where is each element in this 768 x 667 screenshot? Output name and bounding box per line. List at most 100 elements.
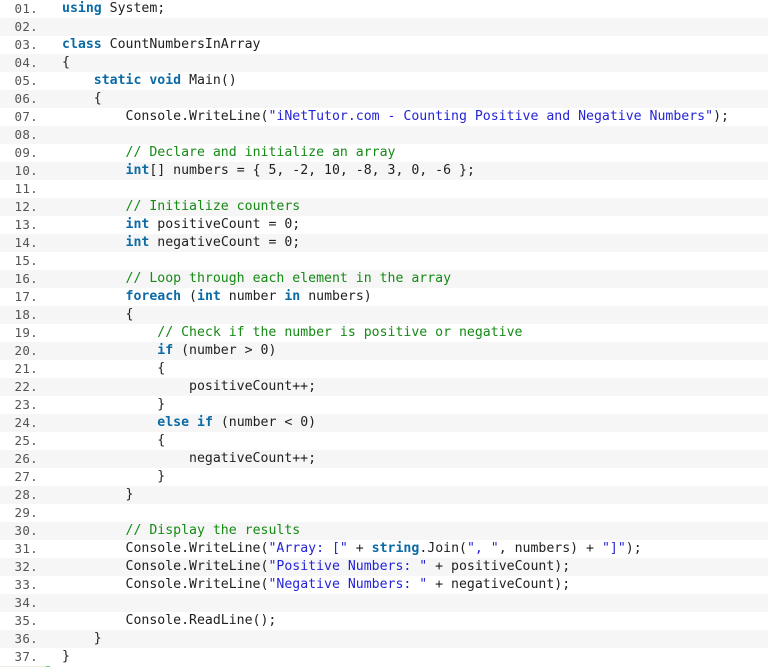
token-cmt: // Loop through each element in the arra… bbox=[125, 271, 452, 286]
token-pln: } bbox=[62, 487, 134, 502]
code-line[interactable]: 18. { bbox=[0, 306, 768, 324]
code-line[interactable]: 36. } bbox=[0, 630, 768, 648]
code-line-source: // Loop through each element in the arra… bbox=[62, 270, 768, 288]
code-line[interactable]: 04. { bbox=[0, 54, 768, 72]
token-pln: positiveCount++; bbox=[62, 379, 317, 394]
code-line-source: using System; bbox=[62, 0, 768, 18]
code-line[interactable]: 35. Console.ReadLine(); bbox=[0, 612, 768, 630]
code-line[interactable]: 29. bbox=[0, 504, 768, 522]
line-number: 25. bbox=[14, 433, 38, 448]
line-number: 13. bbox=[14, 217, 38, 232]
line-number: 12. bbox=[14, 199, 38, 214]
code-line-source: Console.WriteLine("Array: [" + string.Jo… bbox=[62, 540, 768, 558]
code-line[interactable]: 15. bbox=[0, 252, 768, 270]
token-pln: numbers) bbox=[300, 289, 372, 304]
code-line[interactable]: 10. int[] numbers = { 5, -2, 10, -8, 3, … bbox=[0, 162, 768, 180]
line-number: 28. bbox=[14, 487, 38, 502]
code-line[interactable]: 14. int negativeCount = 0; bbox=[0, 234, 768, 252]
code-line-source: int positiveCount = 0; bbox=[62, 216, 768, 234]
code-line-source: Console.ReadLine(); bbox=[62, 612, 768, 630]
token-pln: { bbox=[62, 361, 166, 376]
code-line-source: Console.WriteLine("iNetTutor.com - Count… bbox=[62, 108, 768, 126]
token-pln: positiveCount = 0; bbox=[149, 217, 301, 232]
token-pln bbox=[62, 343, 157, 358]
token-pln bbox=[189, 415, 197, 430]
code-line[interactable]: 12. // Initialize counters bbox=[0, 198, 768, 216]
code-line[interactable]: 08. bbox=[0, 126, 768, 144]
code-line-source: { bbox=[62, 360, 768, 378]
code-line[interactable]: 17. foreach (int number in numbers) bbox=[0, 288, 768, 306]
code-line[interactable]: 27. } bbox=[0, 468, 768, 486]
code-line[interactable]: 33. Console.WriteLine("Negative Numbers:… bbox=[0, 576, 768, 594]
code-line[interactable]: 28. } bbox=[0, 486, 768, 504]
token-pln: System; bbox=[101, 1, 166, 16]
line-number: 22. bbox=[14, 379, 38, 394]
token-pln: (number > 0) bbox=[173, 343, 277, 358]
token-kw: void bbox=[149, 73, 182, 88]
code-line[interactable]: 37.} bbox=[0, 648, 768, 666]
code-line[interactable]: 01. using System; bbox=[0, 0, 768, 18]
token-pln: Console.WriteLine( bbox=[62, 577, 269, 592]
token-pln: } bbox=[62, 631, 102, 646]
code-line[interactable]: 05. static void Main() bbox=[0, 72, 768, 90]
token-pln: { bbox=[62, 55, 70, 70]
token-pln bbox=[62, 199, 126, 214]
code-line[interactable]: 09. // Declare and initialize an array bbox=[0, 144, 768, 162]
line-number: 07. bbox=[14, 109, 38, 124]
code-line[interactable]: 07. Console.WriteLine("iNetTutor.com - C… bbox=[0, 108, 768, 126]
code-line[interactable]: 34. bbox=[0, 594, 768, 612]
code-line-source: } bbox=[62, 396, 768, 414]
line-number: 01. bbox=[14, 1, 38, 16]
token-pln: { bbox=[62, 91, 102, 106]
code-line[interactable]: 25. { bbox=[0, 432, 768, 450]
code-line[interactable]: 06. { bbox=[0, 90, 768, 108]
code-line[interactable]: 03. class CountNumbersInArray bbox=[0, 36, 768, 54]
line-number: 30. bbox=[14, 523, 38, 538]
line-number: 19. bbox=[14, 325, 38, 340]
token-str: "Negative Numbers: " bbox=[268, 577, 428, 592]
line-number: 11. bbox=[14, 181, 38, 196]
line-number: 10. bbox=[14, 163, 38, 178]
line-number: 34. bbox=[14, 595, 38, 610]
code-line[interactable]: 02. bbox=[0, 18, 768, 36]
line-number: 18. bbox=[14, 307, 38, 322]
code-line[interactable]: 30. // Display the results bbox=[0, 522, 768, 540]
code-line[interactable]: 22. positiveCount++; bbox=[0, 378, 768, 396]
code-line[interactable]: 32. Console.WriteLine("Positive Numbers:… bbox=[0, 558, 768, 576]
code-line[interactable]: 23. } bbox=[0, 396, 768, 414]
code-line[interactable]: 26. negativeCount++; bbox=[0, 450, 768, 468]
code-line[interactable]: 16. // Loop through each element in the … bbox=[0, 270, 768, 288]
token-pln: Console.WriteLine( bbox=[62, 559, 269, 574]
code-line[interactable]: 20. if (number > 0) bbox=[0, 342, 768, 360]
line-number: 03. bbox=[14, 37, 38, 52]
line-number: 17. bbox=[14, 289, 38, 304]
line-number: 02. bbox=[14, 19, 38, 34]
token-pln: } bbox=[62, 397, 166, 412]
token-pln bbox=[62, 145, 126, 160]
code-line[interactable]: 11. bbox=[0, 180, 768, 198]
token-kw: static bbox=[93, 73, 142, 88]
line-number: 16. bbox=[14, 271, 38, 286]
code-line-source: if (number > 0) bbox=[62, 342, 768, 360]
line-number: 05. bbox=[14, 73, 38, 88]
token-pln: , numbers) + bbox=[498, 541, 602, 556]
code-line-source: // Display the results bbox=[62, 522, 768, 540]
code-line[interactable]: 24. else if (number < 0) bbox=[0, 414, 768, 432]
token-pln bbox=[62, 73, 94, 88]
token-pln: ( bbox=[181, 289, 197, 304]
token-pln: .Join( bbox=[419, 541, 467, 556]
code-line[interactable]: 31. Console.WriteLine("Array: [" + strin… bbox=[0, 540, 768, 558]
code-line-source: static void Main() bbox=[62, 72, 768, 90]
code-line-source: { bbox=[62, 90, 768, 108]
token-pln: ); bbox=[713, 109, 729, 124]
line-number: 20. bbox=[14, 343, 38, 358]
code-line[interactable]: 13. int positiveCount = 0; bbox=[0, 216, 768, 234]
code-line-source: // Check if the number is positive or ne… bbox=[62, 324, 768, 342]
token-pln bbox=[62, 163, 126, 178]
code-line[interactable]: 19. // Check if the number is positive o… bbox=[0, 324, 768, 342]
line-number: 23. bbox=[14, 397, 38, 412]
code-line[interactable]: 21. { bbox=[0, 360, 768, 378]
token-kw: foreach bbox=[125, 289, 182, 304]
token-pln bbox=[62, 415, 157, 430]
token-pln: + bbox=[347, 541, 372, 556]
